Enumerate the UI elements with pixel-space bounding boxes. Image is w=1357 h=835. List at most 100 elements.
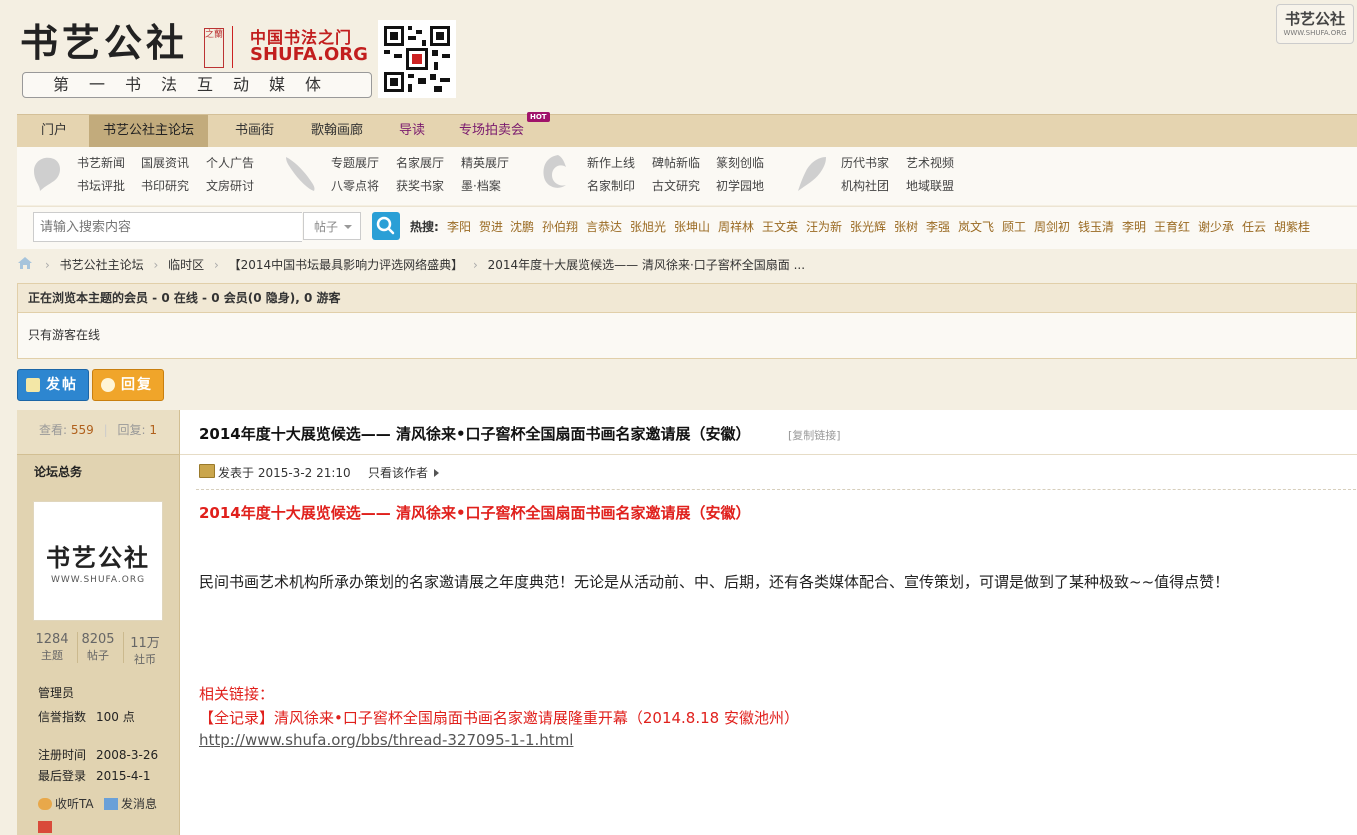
send-message-button[interactable]: 发消息 [104,795,157,812]
user-stat-label: 帖子 [87,649,109,662]
home-icon[interactable] [17,256,33,270]
subnav-link[interactable]: 初学园地 [716,179,764,193]
subnav-link[interactable]: 篆刻创临 [716,156,764,170]
nav-gallery[interactable]: 歌翰画廊 [297,115,377,147]
breadcrumb-separator: › [45,258,50,272]
hot-search-link[interactable]: 周剑初 [1034,218,1070,235]
hot-search-link[interactable]: 汪为新 [806,218,842,235]
user-stat-coins[interactable]: 11万 社币 [120,632,170,667]
last-login-row: 最后登录 2015-4-1 [38,767,150,784]
hot-search-link[interactable]: 言恭达 [586,218,622,235]
author-name[interactable]: 论坛总务 [34,463,82,480]
breadcrumb-section[interactable]: 临时区 [168,258,204,272]
reply-button[interactable]: 回复 [92,369,164,401]
subnav-link[interactable]: 个人广告 [206,156,254,170]
subnav-link[interactable]: 书艺新闻 [77,156,125,170]
hot-search-link[interactable]: 沈鹏 [510,218,534,235]
credit-value: 100 点 [96,710,135,724]
search-type-label: 帖子 [314,220,339,234]
brush-tip-icon [796,153,830,193]
search-icon [376,216,395,235]
hot-search-link[interactable]: 王文英 [762,218,798,235]
chevron-down-icon [344,225,352,229]
register-value: 2008-3-26 [96,748,159,762]
nav-portal[interactable]: 门户 [27,115,81,147]
subnav-link[interactable]: 墨·档案 [461,179,501,193]
chevron-right-icon [434,469,440,477]
hot-search-link[interactable]: 钱玉清 [1078,218,1114,235]
only-author-link[interactable]: 只看该作者 [368,464,440,481]
subnav-link[interactable]: 历代书家 [841,156,889,170]
subnav-link[interactable]: 书坛评批 [77,179,125,193]
register-label: 注册时间 [38,748,87,762]
hot-search-link[interactable]: 张树 [894,218,918,235]
avatar-logo-domain: WWW.SHUFA.ORG [50,575,146,585]
hot-search-link[interactable]: 张旭光 [630,218,666,235]
user-stat-label: 社币 [134,653,156,666]
hot-search-link[interactable]: 孙伯翔 [542,218,578,235]
hot-search-link[interactable]: 张光辉 [850,218,886,235]
search-input[interactable] [33,212,302,242]
subnav-link[interactable]: 文房研讨 [206,179,254,193]
user-stat-threads[interactable]: 1284 主题 [27,632,78,663]
subnav-link[interactable]: 机构社团 [841,179,889,193]
corner-logo[interactable]: 书艺公社 WWW.SHUFA.ORG [1276,4,1354,44]
hot-search-link[interactable]: 张坤山 [674,218,710,235]
hot-search-link[interactable]: 李明 [1122,218,1146,235]
breadcrumb-current: 2014年度十大展览候选—— 清风徐来·口子窖杯全国扇面 ... [487,258,806,272]
replies-count: 1 [149,423,157,437]
subnav-link[interactable]: 名家展厅 [396,156,444,170]
send-message-label: 发消息 [121,797,158,811]
user-stat-value: 11万 [130,636,160,651]
related-link-url[interactable]: http://www.shufa.org/bbs/thread-327095-1… [199,731,573,749]
hot-badge: HOT [527,112,550,122]
nav-auction[interactable]: 专场拍卖会 [445,115,538,147]
hot-search-link[interactable]: 李强 [926,218,950,235]
subnav-link[interactable]: 地域联盟 [906,179,954,193]
hot-search-link[interactable]: 周祥林 [718,218,754,235]
hot-search-link[interactable]: 谢少承 [1198,218,1234,235]
subnav-link[interactable]: 专题展厅 [331,156,379,170]
avatar[interactable]: 书艺公社 WWW.SHUFA.ORG [33,501,163,621]
subnav-link[interactable]: 八零点将 [331,179,379,193]
avatar-logo-text: 书艺公社 [46,543,150,572]
user-stat-posts[interactable]: 8205 帖子 [73,632,124,663]
site-logo[interactable]: 书艺公社 [20,20,188,66]
hot-search-link[interactable]: 贺进 [479,218,503,235]
subnav-link[interactable]: 新作上线 [587,156,635,170]
subnav-link[interactable]: 古文研究 [652,179,700,193]
online-members-body: 只有游客在线 [28,328,101,342]
user-group[interactable]: 管理员 [38,684,74,701]
breadcrumb-separator: › [472,258,478,272]
subnav-link[interactable]: 书印研究 [141,179,189,193]
breadcrumb-forum[interactable]: 书艺公社主论坛 [60,258,144,272]
hot-search-link[interactable]: 胡紫桂 [1274,218,1310,235]
subnav-link[interactable]: 名家制印 [587,179,635,193]
nav-main-forum[interactable]: 书艺公社主论坛 [89,115,209,147]
hot-search-link[interactable]: 任云 [1242,218,1266,235]
follow-button[interactable]: 收听TA [38,795,94,812]
follow-icon [38,798,52,810]
search-button[interactable] [372,212,400,240]
subnav-link[interactable]: 碑帖新临 [652,156,700,170]
logo-seal: 之蘭 [204,28,224,68]
search-type-select[interactable]: 帖子 [303,212,361,240]
breadcrumb-board[interactable]: 【2014中国书坛最具影响力评选网络盛典】 [229,258,464,272]
subnav-link[interactable]: 艺术视频 [906,156,954,170]
subnav-link[interactable]: 国展资讯 [141,156,189,170]
breadcrumb-separator: › [153,258,159,272]
new-post-button[interactable]: 发帖 [17,369,89,401]
hot-search-link[interactable]: 顾工 [1002,218,1026,235]
subnav-link[interactable]: 获奖书家 [396,179,444,193]
thread-stats: 查看: 559 | 回复: 1 [17,410,179,455]
copy-link-button[interactable]: [复制链接] [788,427,841,443]
hot-search-link[interactable]: 王育红 [1154,218,1190,235]
report-icon[interactable] [38,821,52,833]
nav-guide[interactable]: 导读 [385,115,439,147]
online-members-header: 正在浏览本主题的会员 - 0 在线 - 0 会员(0 隐身), 0 游客 [18,284,1356,313]
hot-search-link[interactable]: 岚文飞 [958,218,994,235]
nav-painting-street[interactable]: 书画街 [221,115,288,147]
new-post-label: 发帖 [46,377,78,393]
subnav-link[interactable]: 精英展厅 [461,156,509,170]
hot-search-link[interactable]: 李阳 [447,218,471,235]
